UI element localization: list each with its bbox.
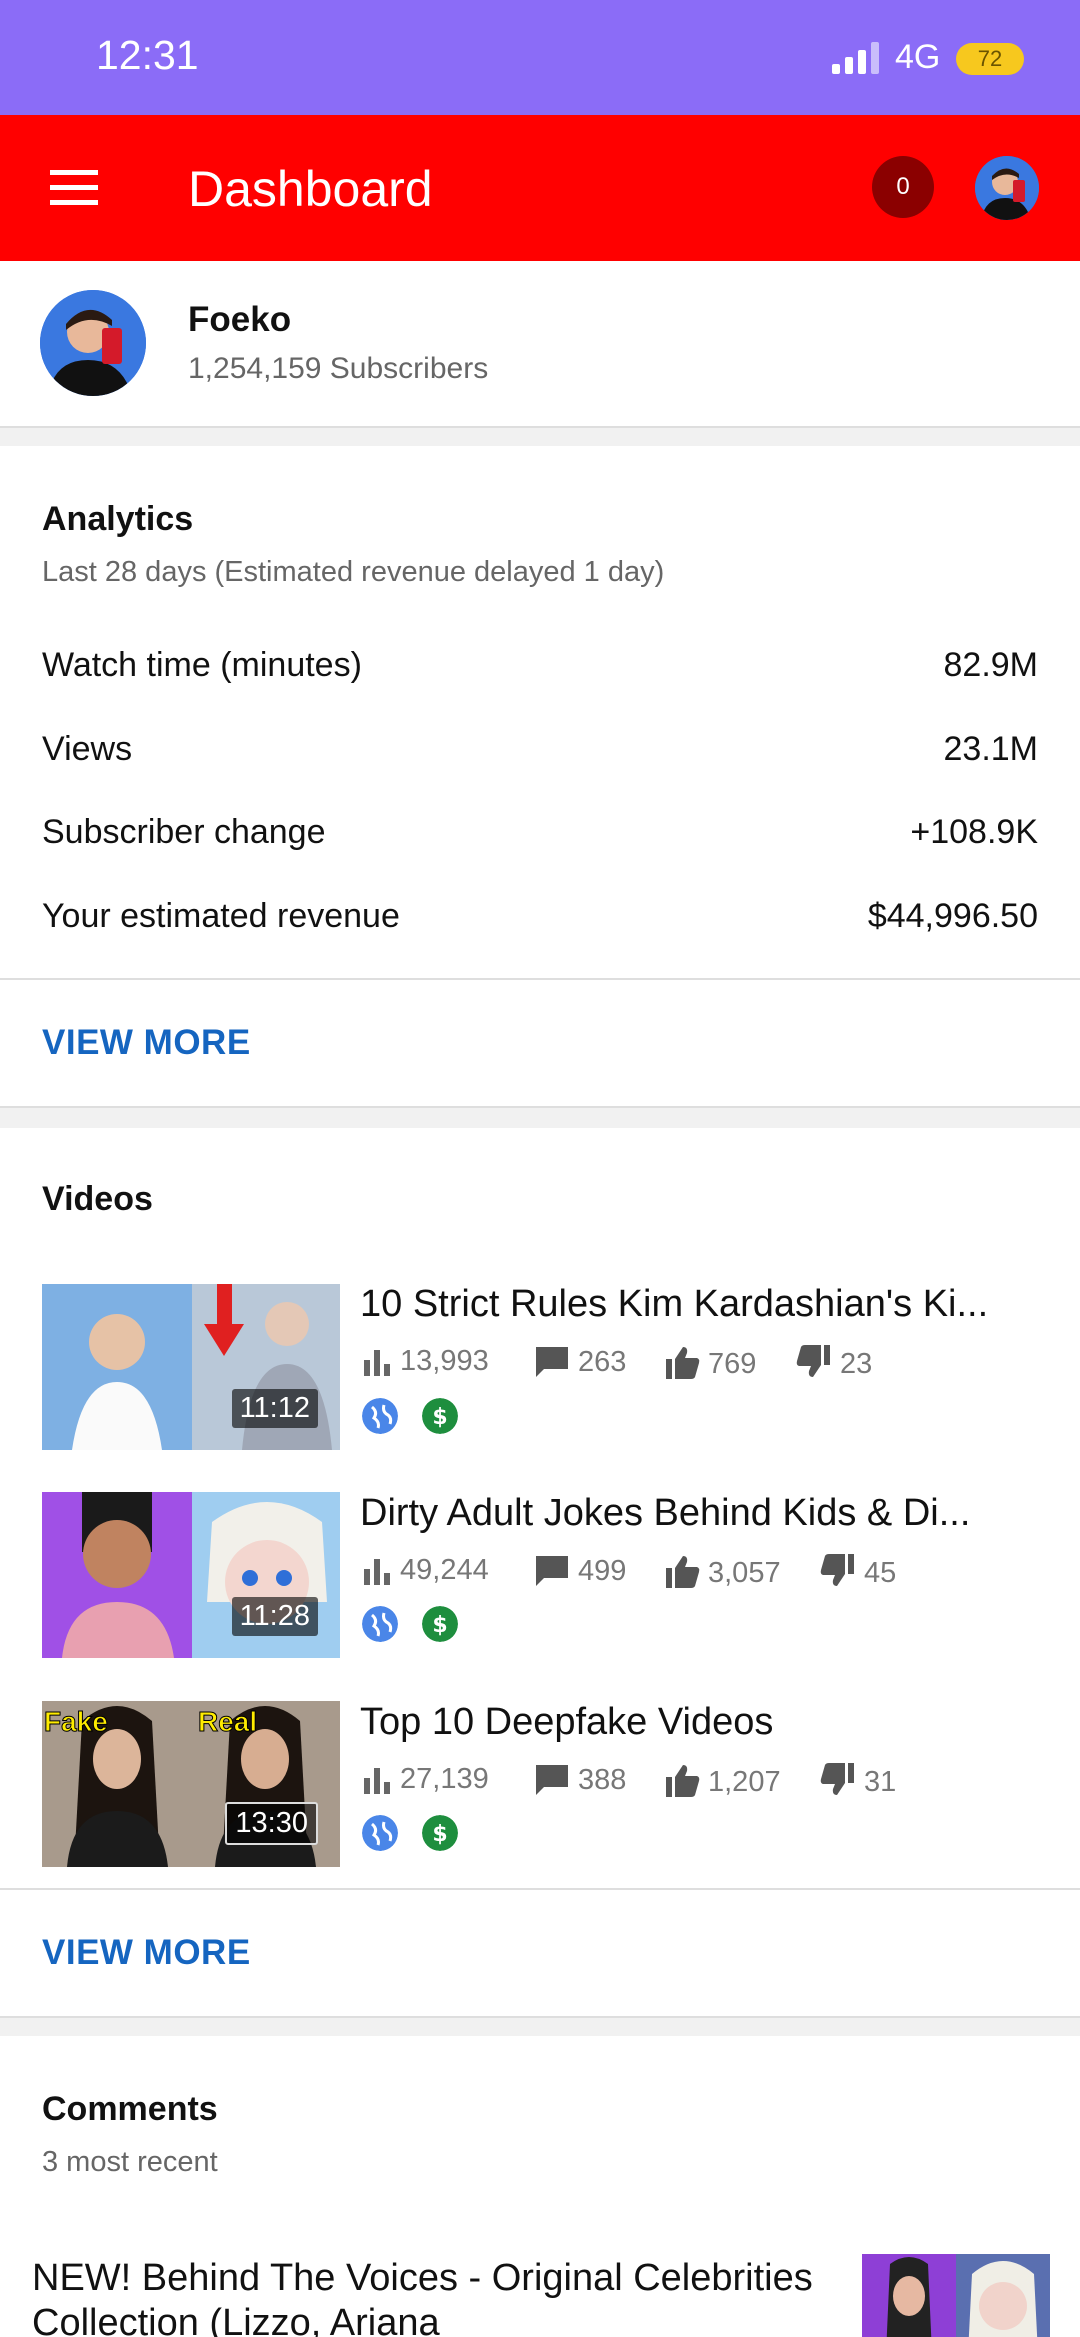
thumb-real-label: Real <box>198 1706 257 1737</box>
bar-chart-icon <box>364 1350 390 1376</box>
comment-icon <box>536 1347 568 1377</box>
notification-badge[interactable]: 0 <box>872 156 934 218</box>
thumbs-up-icon <box>666 1556 700 1588</box>
dislikes-stat: 23 <box>796 1345 872 1381</box>
analytics-subtitle: Last 28 days (Estimated revenue delayed … <box>42 556 665 588</box>
comments-stat: 499 <box>534 1554 626 1588</box>
revenue-label: Your estimated revenue <box>42 897 400 935</box>
likes-stat: 769 <box>664 1345 756 1381</box>
channel-card <box>0 261 1080 426</box>
thumbs-down-icon <box>820 1763 854 1795</box>
divider <box>0 1106 1080 1108</box>
video-title[interactable]: Dirty Adult Jokes Behind Kids & Di... <box>360 1492 1040 1535</box>
analytics-title: Analytics <box>42 500 194 538</box>
bar-chart-icon <box>364 1559 390 1585</box>
thumbs-up-icon <box>666 1347 700 1379</box>
thumbs-down-icon <box>796 1345 830 1377</box>
globe-icon <box>362 1815 398 1851</box>
svg-text:$: $ <box>432 1405 447 1430</box>
views-stat: 27,139 <box>362 1763 489 1796</box>
monetization-icon: $ <box>422 1815 458 1851</box>
thumbs-down-icon <box>820 1554 854 1586</box>
comment-video-thumbnail[interactable] <box>862 2254 1050 2337</box>
thumbs-up-icon <box>666 1765 700 1797</box>
status-bar: 12:31 4G 72 <box>0 0 1080 115</box>
videos-title: Videos <box>42 1180 153 1218</box>
likes-stat: 3,057 <box>664 1554 781 1590</box>
globe-icon <box>362 1398 398 1434</box>
views-value: 23.1M <box>943 730 1039 768</box>
subscriber-count: 1,254,159 Subscribers <box>188 352 489 385</box>
video-duration: 11:12 <box>231 1389 318 1428</box>
globe-icon <box>362 1606 398 1642</box>
battery-icon: 72 <box>956 43 1024 75</box>
divider <box>0 2016 1080 2018</box>
comment-video-title[interactable]: NEW! Behind The Voices - Original Celebr… <box>32 2256 862 2337</box>
channel-name: Foeko <box>188 300 292 339</box>
comments-title: Comments <box>42 2090 218 2128</box>
views-stat: 13,993 <box>362 1345 489 1378</box>
watch-time-label: Watch time (minutes) <box>42 646 362 684</box>
comments-stat: 263 <box>534 1345 626 1379</box>
comments-subtitle: 3 most recent <box>42 2146 218 2178</box>
analytics-view-more-button[interactable]: VIEW MORE <box>42 1023 251 1063</box>
comments-stat: 388 <box>534 1763 626 1797</box>
svg-text:$: $ <box>432 1613 447 1638</box>
dislikes-stat: 31 <box>820 1763 896 1799</box>
video-duration: 13:30 <box>225 1802 318 1845</box>
videos-view-more-button[interactable]: VIEW MORE <box>42 1933 251 1973</box>
subscriber-change-label: Subscriber change <box>42 813 326 851</box>
views-stat: 49,244 <box>362 1554 489 1587</box>
revenue-value: $44,996.50 <box>867 897 1038 935</box>
video-title[interactable]: 10 Strict Rules Kim Kardashian's Ki... <box>360 1283 1040 1326</box>
page-title: Dashboard <box>188 161 433 217</box>
subscriber-change-value: +108.9K <box>910 813 1038 851</box>
app-bar: Dashboard 0 <box>0 115 1080 261</box>
thumb-fake-label: Fake <box>44 1706 108 1737</box>
monetization-icon: $ <box>422 1398 458 1434</box>
comment-icon <box>536 1765 568 1795</box>
network-type: 4G <box>895 38 941 76</box>
divider <box>0 1888 1080 1890</box>
account-avatar[interactable] <box>975 156 1039 220</box>
svg-text:$: $ <box>432 1822 447 1847</box>
watch-time-value: 82.9M <box>943 646 1039 684</box>
divider <box>0 978 1080 980</box>
menu-icon[interactable] <box>50 170 98 206</box>
channel-avatar[interactable] <box>40 290 146 396</box>
video-thumbnail[interactable]: Fake Real 13:30 <box>42 1701 340 1867</box>
video-duration: 11:28 <box>231 1597 318 1636</box>
monetization-icon: $ <box>422 1606 458 1642</box>
analytics-card <box>0 446 1080 1106</box>
divider <box>0 426 1080 428</box>
video-thumbnail[interactable]: 11:12 <box>42 1284 340 1450</box>
likes-stat: 1,207 <box>664 1763 781 1799</box>
views-label: Views <box>42 730 133 768</box>
bar-chart-icon <box>364 1768 390 1794</box>
video-title[interactable]: Top 10 Deepfake Videos <box>360 1701 1040 1744</box>
dislikes-stat: 45 <box>820 1554 896 1590</box>
comment-icon <box>536 1556 568 1586</box>
signal-icon <box>832 42 879 74</box>
video-thumbnail[interactable]: 11:28 <box>42 1492 340 1658</box>
status-time: 12:31 <box>96 32 199 78</box>
